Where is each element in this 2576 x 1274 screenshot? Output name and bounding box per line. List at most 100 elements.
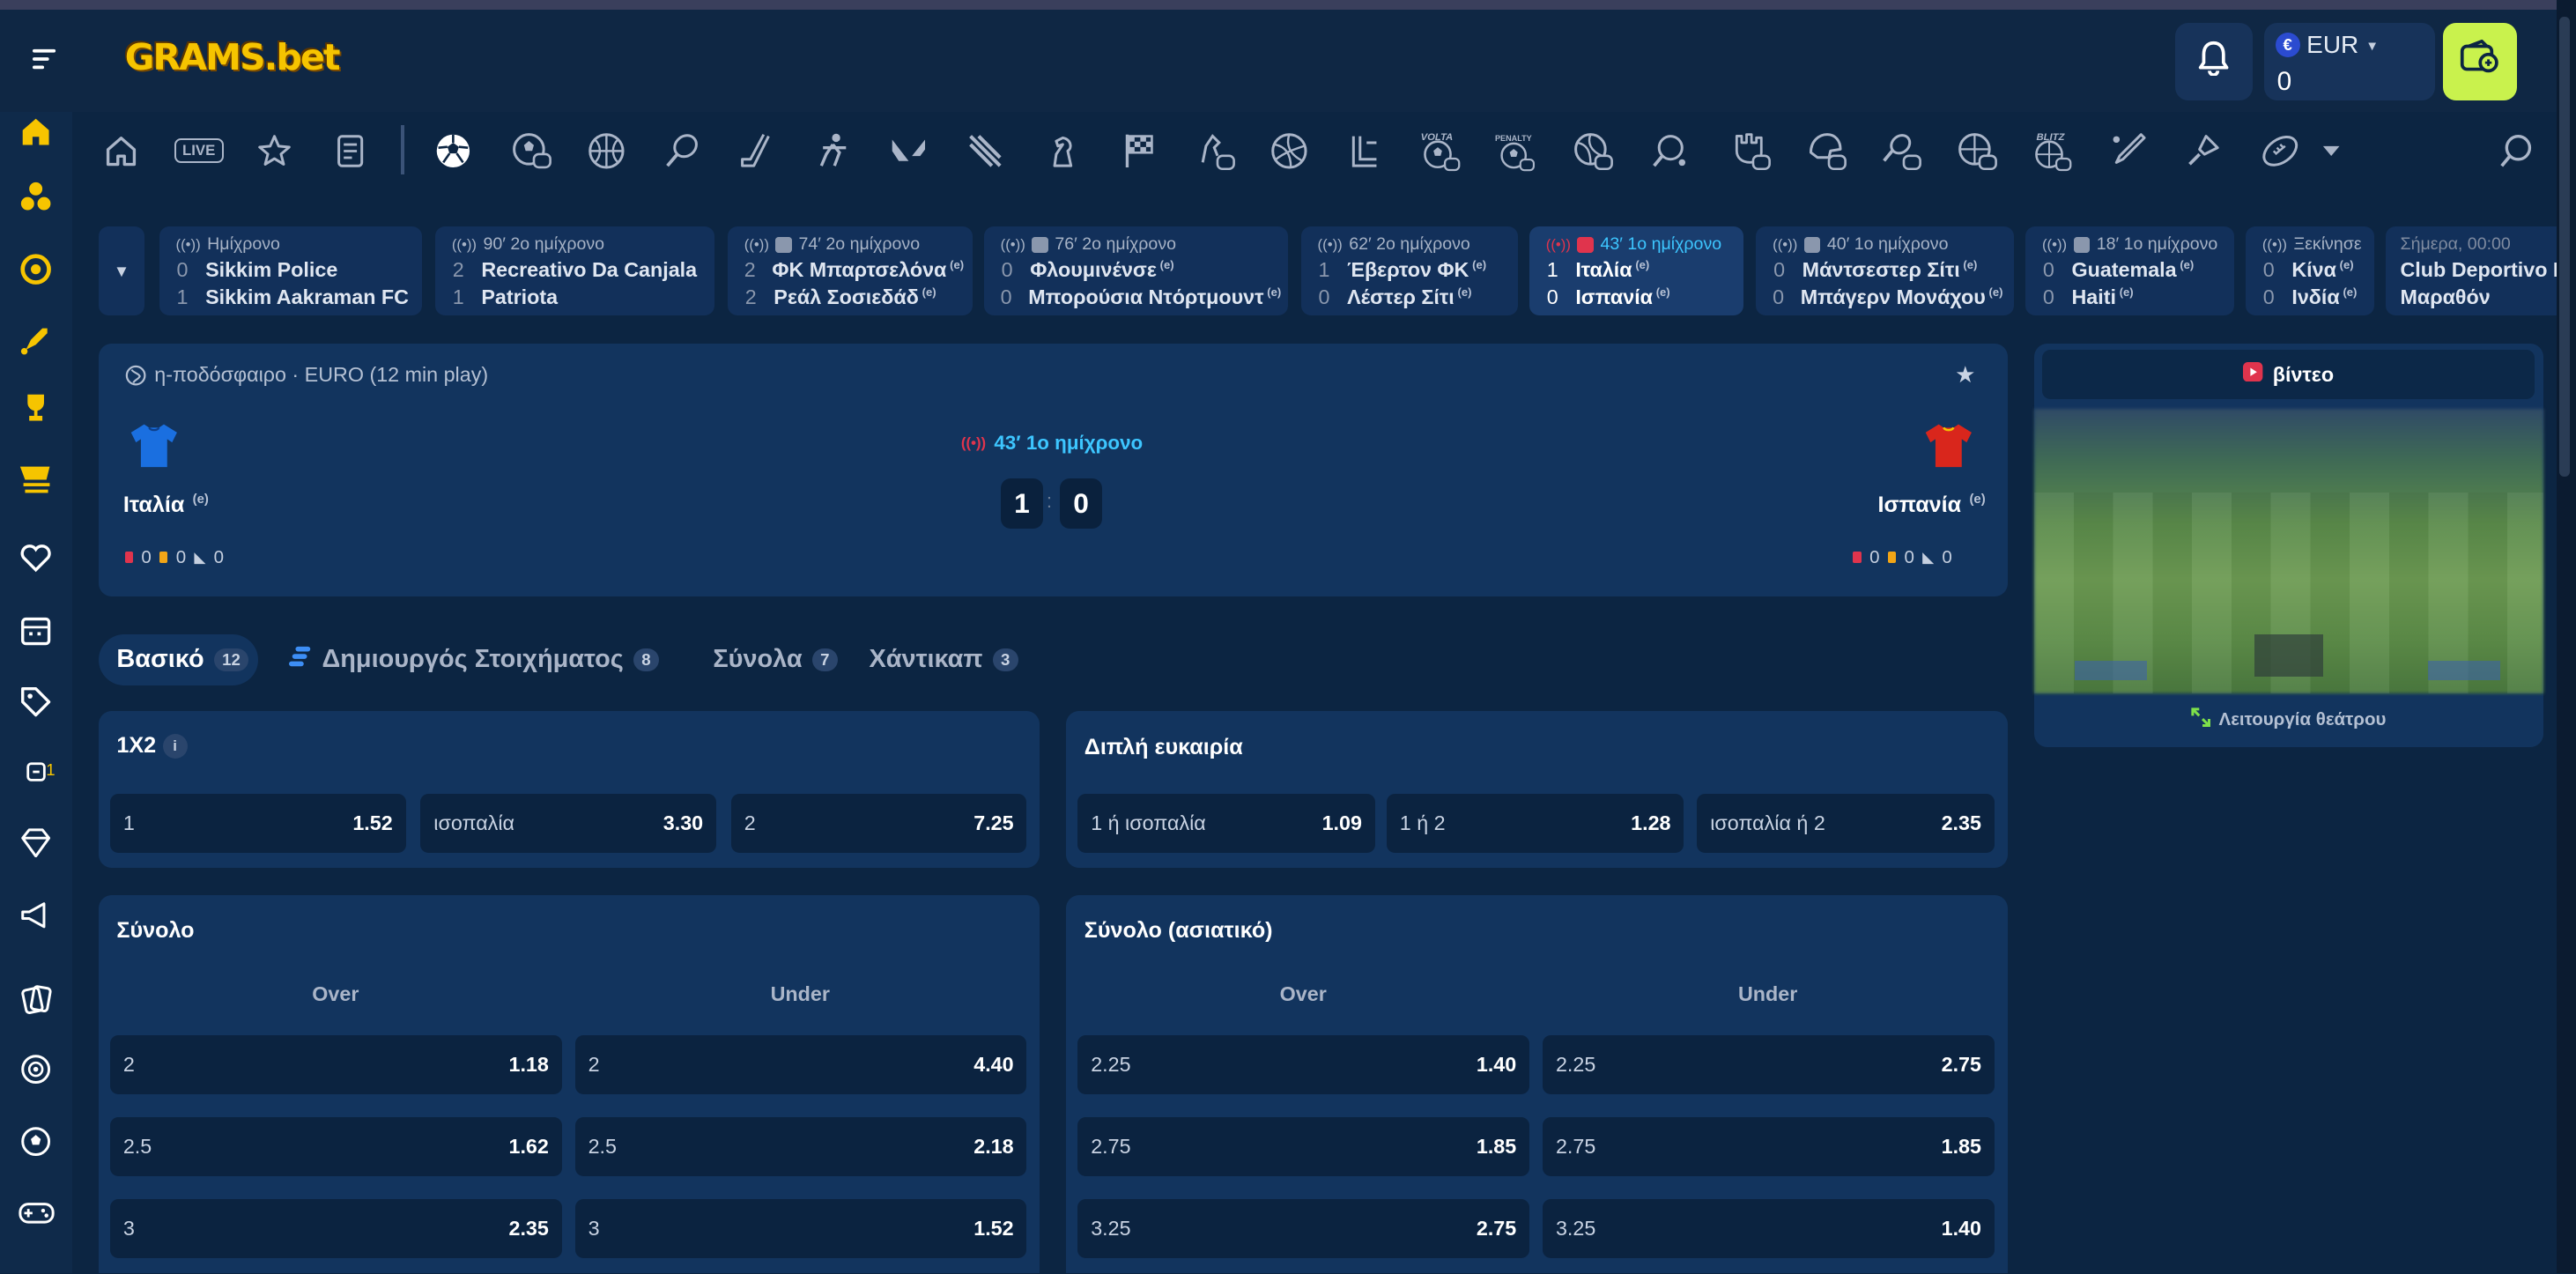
menu-icon[interactable] xyxy=(33,48,59,78)
red-card-icon xyxy=(124,552,134,564)
blitz-icon[interactable]: BLITZ xyxy=(2031,130,2073,172)
odds-button[interactable]: 2.75 1.85 xyxy=(1543,1117,1995,1177)
american-football-icon[interactable] xyxy=(2259,130,2301,172)
odds-line: 3.25 xyxy=(1091,1217,1131,1241)
match-card[interactable]: ((•)) Ξεκίνησε 0 Κίνα (e) 0 Ινδία (e) xyxy=(2246,226,2374,316)
basketball-icon[interactable] xyxy=(585,130,627,172)
counter-strike-icon[interactable] xyxy=(811,130,854,172)
match-card[interactable]: ((•)) 90′ 2ο ημίχρονο 2 Recreativo Da Canj… xyxy=(435,226,715,316)
cricket-icon[interactable] xyxy=(2106,130,2149,172)
info-icon[interactable]: i xyxy=(162,734,188,759)
mma-icon[interactable] xyxy=(1728,130,1771,172)
calendar-icon[interactable] xyxy=(19,613,55,649)
odds-button[interactable]: ισοπαλία ή 2 2.35 xyxy=(1697,793,1995,853)
tag-icon[interactable] xyxy=(19,684,55,720)
theatre-mode-button[interactable]: Λειτουργία θεάτρου xyxy=(2034,703,2543,736)
currency-label[interactable]: EUR xyxy=(2306,31,2358,59)
odds-button[interactable]: 1 ή ισοπαλία 1.09 xyxy=(1077,793,1375,853)
odds-button[interactable]: 1 1.52 xyxy=(109,793,406,853)
esoccer-icon[interactable] xyxy=(509,130,552,172)
odds-button[interactable]: 2 7.25 xyxy=(730,793,1027,853)
star-icon[interactable] xyxy=(253,130,295,172)
chevron-down-icon[interactable]: ▼ xyxy=(2365,40,2379,54)
casino-chips-icon[interactable] xyxy=(19,179,55,215)
odds-button[interactable]: 1 ή 2 1.28 xyxy=(1386,793,1684,853)
odds-button[interactable]: ισοπαλία 3.30 xyxy=(420,793,717,853)
odds-value: 1.40 xyxy=(1476,1052,1517,1076)
odds-button[interactable]: 3.25 2.75 xyxy=(1077,1199,1530,1259)
odds-button[interactable]: 2 1.18 xyxy=(109,1034,562,1094)
dota-icon[interactable] xyxy=(965,130,1007,172)
scrollbar-thumb[interactable] xyxy=(2559,16,2570,477)
video-button[interactable]: βίντεο xyxy=(2041,350,2535,400)
odds-label: 1 ή ισοπαλία xyxy=(1091,811,1206,834)
chevron-down-icon[interactable] xyxy=(2310,130,2352,172)
match-status: 43′ 1ο ημίχρονο xyxy=(1600,234,1722,255)
soccer-ball-icon[interactable] xyxy=(432,130,474,172)
match-card[interactable]: ((•)) 18′ 1ο ημίχρονο 0 Guatemala (e) 0 Hait… xyxy=(2025,226,2235,316)
odds-button[interactable]: 2 4.40 xyxy=(574,1034,1027,1094)
volta-icon[interactable]: VOLTA xyxy=(1419,130,1462,172)
match-card-selected[interactable]: ((•)) 43′ 1ο ημίχρονο 1 Ιταλία (e) 0 Ισπανία… xyxy=(1529,226,1743,316)
chess-icon[interactable] xyxy=(1040,130,1082,172)
penalty-icon[interactable]: PENALTY xyxy=(1495,130,1537,172)
tab-bet-builder[interactable]: Δημιουργός Στοιχήματος 8 xyxy=(289,634,659,685)
football-icon[interactable] xyxy=(19,1124,55,1160)
match-card[interactable]: ((•)) 40′ 1ο ημίχρονο 0 Μάντσεστερ Σίτι (e)… xyxy=(1756,226,2015,316)
live-filter[interactable]: LIVE xyxy=(174,137,224,163)
cashier-button[interactable] xyxy=(2442,23,2517,100)
heart-icon[interactable] xyxy=(19,541,55,577)
league-icon[interactable] xyxy=(1344,130,1386,172)
esports-marker: (e) xyxy=(1159,257,1174,271)
search-icon[interactable] xyxy=(2496,130,2538,172)
tab-count: 8 xyxy=(633,648,659,671)
evolleyball-icon[interactable] xyxy=(1571,130,1613,172)
odds-button[interactable]: 2.25 1.40 xyxy=(1077,1034,1530,1094)
strip-toggle-button[interactable]: ▼ xyxy=(98,226,145,316)
roulette-icon[interactable] xyxy=(19,1051,55,1087)
tab-totals[interactable]: Σύνολα 7 xyxy=(713,634,838,685)
competition-label[interactable]: η-ποδόσφαιρο · EURO (12 min play) xyxy=(154,363,488,387)
racing-flag-icon[interactable] xyxy=(1117,130,1159,172)
megaphone-icon[interactable] xyxy=(19,897,55,933)
betslip-icon[interactable] xyxy=(329,130,371,172)
match-card[interactable]: ((•)) 74′ 2ο ημίχρονο 2 ΦΚ Μπαρτσελόνα (e) … xyxy=(728,226,973,316)
etennis-icon[interactable] xyxy=(1879,130,1922,172)
video-icon xyxy=(775,236,793,254)
shop-cart-icon[interactable] xyxy=(19,460,55,496)
odds-button[interactable]: 3 1.52 xyxy=(574,1199,1027,1259)
match-card[interactable]: ((•)) 62′ 2ο ημίχρονο 1 Έβερτον ΦΚ (e) 0 Λέσ… xyxy=(1300,226,1519,316)
odds-button[interactable]: 2.25 2.75 xyxy=(1543,1034,1995,1094)
odds-button[interactable]: 2.5 2.18 xyxy=(574,1117,1027,1177)
valorant-icon[interactable] xyxy=(887,130,929,172)
notifications-button[interactable] xyxy=(2174,23,2253,100)
rocket-icon[interactable] xyxy=(19,322,55,359)
table-tennis-icon[interactable] xyxy=(1647,130,1690,172)
odds-button[interactable]: 3.25 1.40 xyxy=(1543,1199,1995,1259)
odds-button[interactable]: 2.5 1.62 xyxy=(109,1117,562,1177)
odds-button[interactable]: 2.75 1.85 xyxy=(1077,1117,1530,1177)
ice-hockey-icon[interactable] xyxy=(736,130,778,172)
home-icon[interactable] xyxy=(19,114,55,150)
ebasketball-icon[interactable] xyxy=(1955,130,1998,172)
target-icon[interactable] xyxy=(19,251,55,287)
home-icon[interactable] xyxy=(100,130,143,172)
tab-count: 3 xyxy=(992,648,1018,671)
match-card[interactable]: Σήμερα, 00:00 Club Deportivo P Μαραθόν xyxy=(2385,226,2557,316)
diamond-icon[interactable] xyxy=(19,825,55,861)
trophy-icon[interactable] xyxy=(19,389,55,426)
cards-icon[interactable] xyxy=(19,981,55,1017)
odds-button[interactable]: 3 2.35 xyxy=(109,1199,562,1259)
volleyball-icon[interactable] xyxy=(1269,130,1311,172)
tab-basic[interactable]: Βασικό 12 xyxy=(98,633,259,685)
tab-handicap[interactable]: Χάντικαπ 3 xyxy=(869,634,1018,685)
match-card[interactable]: ((•)) Ημίχρονο 0 Sikkim Police 1 Sikkim Aak… xyxy=(159,226,423,316)
match-card[interactable]: ((•)) 76′ 2ο ημίχρονο 0 Φλουμινένσε (e) 0 Μπ… xyxy=(984,226,1288,316)
rugby-helmet-icon[interactable] xyxy=(1804,130,1847,172)
tennis-icon[interactable] xyxy=(661,130,703,172)
site-logo[interactable]: GRAMS.bet xyxy=(125,36,341,78)
horse-racing-icon[interactable] xyxy=(1193,130,1235,172)
star-icon[interactable]: ★ xyxy=(1955,361,1975,389)
gamepad-icon[interactable] xyxy=(18,1195,55,1231)
badminton-icon[interactable] xyxy=(2181,130,2224,172)
